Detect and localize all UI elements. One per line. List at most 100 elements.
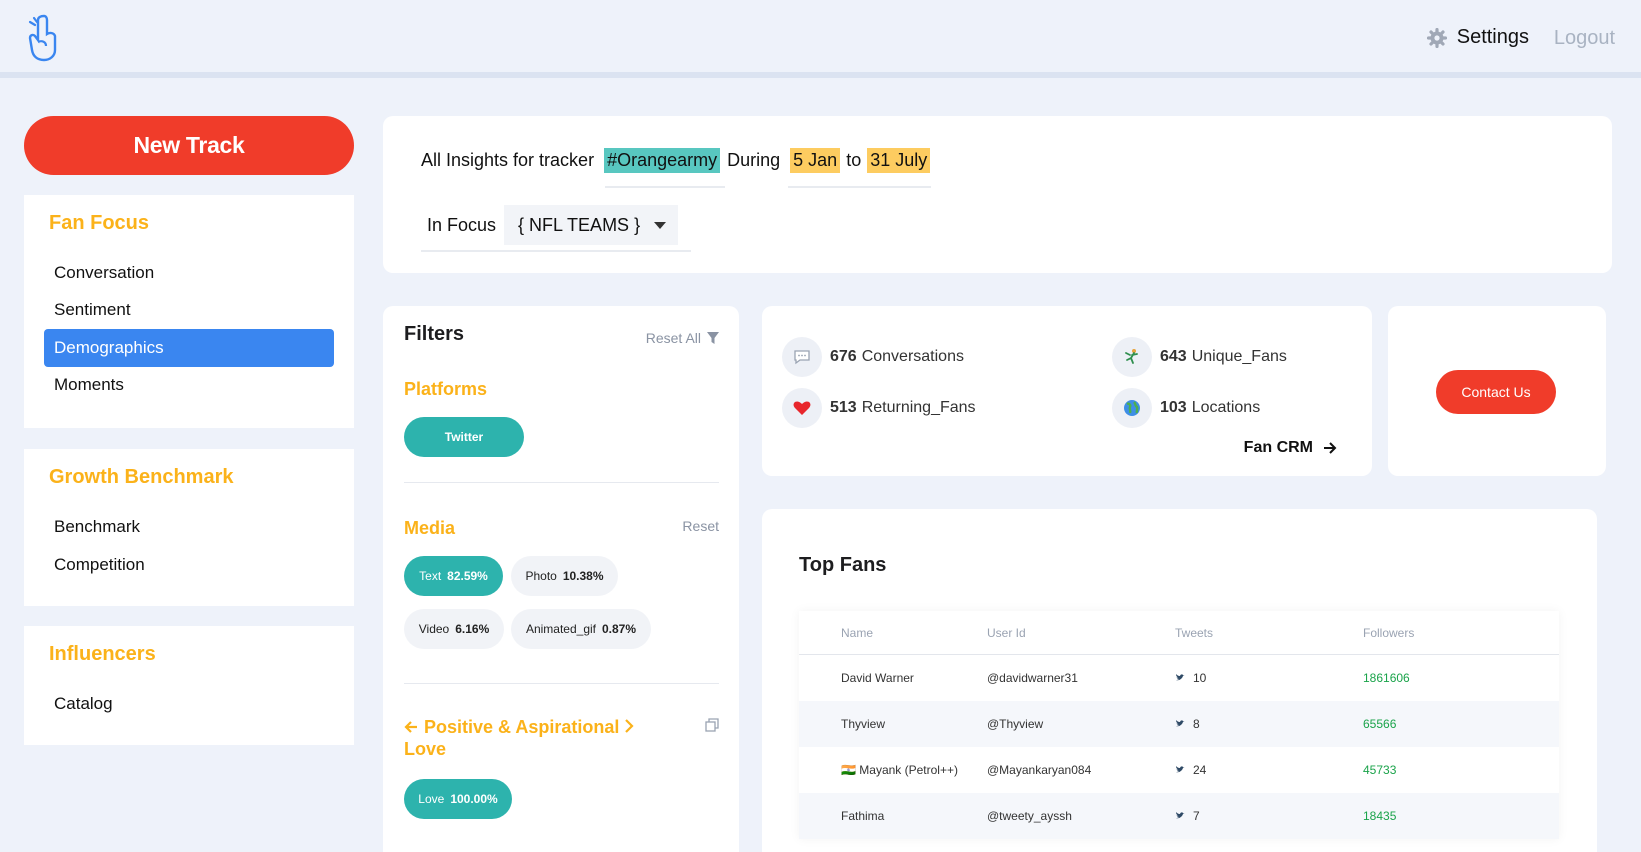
column-header-tweets[interactable]: Tweets: [1175, 626, 1363, 640]
fan-name: Fathima: [841, 809, 885, 823]
chip-text[interactable]: Text 82.59%: [404, 556, 503, 596]
fan-focus-panel: Fan Focus Conversation Sentiment Demogra…: [24, 195, 354, 428]
sidebar-item-sentiment[interactable]: Sentiment: [44, 291, 334, 329]
table-header: Name User Id Tweets Followers: [799, 611, 1559, 655]
stat-value: 676: [830, 348, 857, 365]
top-bar: Settings Logout: [0, 0, 1641, 78]
fan-crm-link[interactable]: Fan CRM: [1244, 439, 1337, 457]
logout-button[interactable]: Logout: [1554, 27, 1615, 50]
to-label: to: [846, 150, 862, 170]
growth-benchmark-heading: Growth Benchmark: [49, 466, 234, 488]
chip-label: Animated_gif: [525, 622, 596, 636]
column-header-followers[interactable]: Followers: [1363, 626, 1559, 640]
fan-tweets: 8: [1175, 717, 1363, 731]
chip-label: Love: [418, 792, 445, 806]
stat-label: Returning_Fans: [861, 399, 976, 416]
heart-icon: [782, 388, 822, 428]
reset-all-label: Reset All: [645, 330, 701, 346]
chip-video[interactable]: Video 6.16%: [404, 609, 504, 649]
start-date[interactable]: 5 Jan: [790, 148, 841, 173]
sidebar-item-benchmark[interactable]: Benchmark: [44, 508, 334, 546]
fan-user-id[interactable]: @Thyview: [987, 717, 1175, 731]
media-heading: Media: [404, 518, 456, 538]
fan-user-id[interactable]: @tweety_ayssh: [987, 809, 1175, 823]
twitter-icon: [1176, 720, 1185, 727]
settings-button[interactable]: Settings: [1426, 26, 1529, 49]
media-reset-button[interactable]: Reset: [682, 518, 719, 534]
chip-label: Text: [419, 569, 442, 583]
fan-followers: 45733: [1363, 763, 1397, 777]
sidebar-item-conversation[interactable]: Conversation: [44, 254, 334, 292]
fan-tweets-count: 8: [1193, 717, 1200, 731]
contact-us-button[interactable]: Contact Us: [1436, 370, 1556, 414]
sidebar-item-moments[interactable]: Moments: [44, 366, 334, 404]
date-underline: [788, 186, 931, 188]
chevron-right-icon[interactable]: [623, 718, 635, 734]
stat-value: 103: [1160, 399, 1187, 416]
stat-conversations: 676 Conversations: [782, 337, 964, 377]
arrow-right-icon: [1324, 442, 1337, 454]
fan-name: David Warner: [841, 671, 914, 685]
influencers-heading: Influencers: [49, 643, 156, 665]
table-row[interactable]: Thyview @Thyview 8 65566: [799, 701, 1559, 747]
filters-title: Filters: [404, 323, 465, 345]
table-row[interactable]: Fathima @tweety_ayssh 7 18435: [799, 793, 1559, 839]
fan-focus-heading: Fan Focus: [49, 212, 150, 234]
fan-tweets: 10: [1175, 671, 1363, 685]
focus-underline: [421, 250, 691, 252]
stats-card: 676 Conversations 643 Unique_Fans 513 Retur…: [762, 306, 1372, 476]
stat-label: Locations: [1191, 399, 1261, 416]
chip-twitter[interactable]: Twitter: [404, 417, 524, 457]
filter-icon: [707, 332, 719, 344]
chip-photo[interactable]: Photo 10.38%: [511, 556, 618, 596]
top-fans-table: Name User Id Tweets Followers David Warn…: [799, 611, 1559, 839]
speech-bubble-icon: [782, 337, 822, 377]
in-focus-dropdown[interactable]: { NFL TEAMS }: [504, 205, 679, 245]
new-track-button[interactable]: New Track: [24, 116, 354, 175]
fan-tweets-count: 24: [1193, 763, 1207, 777]
insights-header-card: All Insights for tracker #Orangearmy Dur…: [383, 116, 1612, 273]
tracker-summary: All Insights for tracker #Orangearmy Dur…: [421, 148, 931, 173]
logo-icon[interactable]: [24, 12, 64, 62]
during-label: During: [727, 150, 781, 170]
platforms-heading: Platforms: [404, 379, 488, 399]
stat-label: Conversations: [861, 348, 964, 365]
in-focus-value: { NFL TEAMS }: [518, 214, 641, 235]
table-row[interactable]: David Warner @davidwarner31 10 1861606: [799, 655, 1559, 701]
reset-all-button[interactable]: Reset All: [646, 330, 719, 346]
table-row[interactable]: 🇮🇳 Mayank (Petrol++) @Mayankaryan084 24 …: [799, 747, 1559, 793]
filters-panel: Filters Reset All Platforms Twitter Medi…: [383, 306, 739, 852]
sidebar-item-catalog[interactable]: Catalog: [44, 685, 334, 723]
chip-love[interactable]: Love 100.00%: [404, 779, 512, 819]
end-date[interactable]: 31 July: [867, 148, 931, 173]
fan-tweets: 24: [1175, 763, 1363, 777]
twitter-icon: [1176, 674, 1185, 681]
tracker-tag[interactable]: #Orangearmy: [604, 148, 721, 173]
stat-label: Unique_Fans: [1191, 348, 1287, 365]
twitter-icon: [1176, 812, 1185, 819]
chip-label: Video: [418, 622, 450, 636]
fan-tweets-count: 7: [1193, 809, 1200, 823]
arrow-left-icon[interactable]: [404, 720, 418, 734]
chip-value: 0.87%: [602, 622, 637, 636]
stat-locations: 103 Locations: [1112, 388, 1260, 428]
chip-value: 10.38%: [562, 569, 604, 583]
fan-tweets-count: 10: [1193, 671, 1207, 685]
fan-icon: [1112, 337, 1152, 377]
column-header-name[interactable]: Name: [799, 626, 987, 640]
divider: [404, 482, 719, 483]
fan-user-id[interactable]: @davidwarner31: [987, 671, 1175, 685]
contact-card: Contact Us: [1388, 306, 1606, 476]
fan-followers: 1861606: [1363, 671, 1410, 685]
sidebar-item-demographics[interactable]: Demographics: [44, 329, 334, 367]
fan-crm-label: Fan CRM: [1243, 439, 1313, 456]
fan-followers: 65566: [1363, 717, 1397, 731]
gear-icon: [1426, 27, 1447, 48]
fan-user-id[interactable]: @Mayankaryan084: [987, 763, 1175, 777]
copy-icon[interactable]: [705, 718, 719, 732]
stat-value: 643: [1160, 348, 1187, 365]
column-header-user-id[interactable]: User Id: [987, 626, 1175, 640]
sidebar-item-competition[interactable]: Competition: [44, 546, 334, 584]
fan-name: 🇮🇳 Mayank (Petrol++): [841, 763, 958, 777]
chip-animated-gif[interactable]: Animated_gif 0.87%: [511, 609, 651, 649]
